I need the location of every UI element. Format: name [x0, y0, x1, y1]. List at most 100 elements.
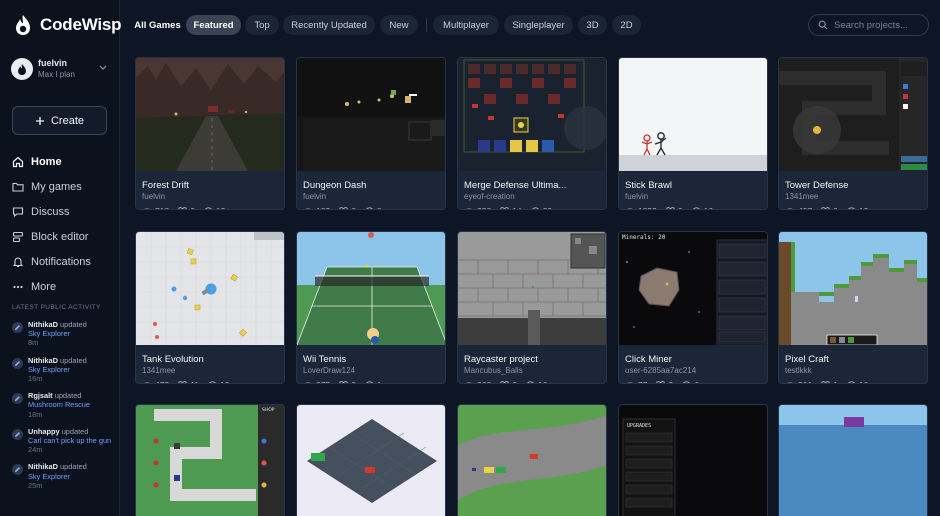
card-author[interactable]: user-6285aa7ac214	[625, 366, 696, 375]
activity-project-link[interactable]: Sky Explorer	[28, 329, 87, 338]
card-title[interactable]: Merge Defense Ultima...	[464, 180, 566, 191]
filter-2d[interactable]: 2D	[612, 15, 641, 35]
game-card-dungeon-dash[interactable]: Dungeon Dash fuelvin 183 8 8	[296, 57, 446, 210]
game-thumbnail[interactable]	[458, 232, 606, 345]
likes-stat[interactable]: 8	[339, 206, 356, 209]
comments-stat[interactable]: 16	[692, 206, 713, 209]
game-card-merge-defense[interactable]: Merge Defense Ultima... eyeof-creation 2…	[457, 57, 607, 210]
card-title[interactable]: Pixel Craft	[785, 354, 829, 365]
comments-stat[interactable]: 6	[682, 380, 699, 383]
comments-stat[interactable]: 10	[847, 380, 868, 383]
likes-stat[interactable]: 9	[821, 206, 838, 209]
nav-item-block-editor[interactable]: Block editor	[12, 224, 112, 249]
filter-new[interactable]: New	[380, 15, 418, 35]
filter-all-games[interactable]: All Games	[130, 15, 185, 35]
likes-stat[interactable]: 2	[339, 380, 356, 383]
card-title[interactable]: Raycaster project	[464, 354, 538, 365]
activity-project-link[interactable]: Mushroom Rescue	[28, 400, 90, 409]
filter-multiplayer[interactable]: Multiplayer	[433, 15, 499, 35]
game-card-click-miner[interactable]: Minerals: 20 Click Miner user-6285aa7ac2…	[618, 231, 768, 384]
likes-stat[interactable]: 14	[500, 206, 522, 209]
comments-stat[interactable]: 13	[208, 380, 229, 383]
card-author[interactable]: fuelvin	[625, 192, 648, 201]
filter-top[interactable]: Top	[245, 15, 279, 35]
game-thumbnail[interactable]	[779, 58, 927, 171]
user-menu[interactable]: fuelvin Max I plan	[11, 58, 109, 80]
card-author[interactable]: testlkkk	[785, 366, 812, 375]
game-card-row3-2[interactable]	[296, 404, 446, 516]
comments-stat[interactable]: 16	[526, 380, 547, 383]
comments-stat[interactable]: 12	[204, 206, 225, 209]
activity-user[interactable]: Unhappy	[28, 427, 60, 436]
card-title[interactable]: Click Miner	[625, 354, 672, 365]
card-author[interactable]: 1341mee	[785, 192, 818, 201]
activity-user[interactable]: NithikaD	[28, 320, 58, 329]
game-card-wii-tennis[interactable]: Wii Tennis LoverDraw124 275 2 1	[296, 231, 446, 384]
create-button[interactable]: Create	[12, 106, 107, 135]
game-thumbnail[interactable]	[779, 405, 927, 516]
card-author[interactable]: eyeof-creation	[464, 192, 515, 201]
search-box[interactable]	[808, 14, 929, 36]
game-thumbnail[interactable]	[297, 405, 445, 516]
activity-item[interactable]: NithikaD updated Sky Explorer 8m	[12, 320, 116, 348]
game-thumbnail[interactable]: SHOP	[136, 405, 284, 516]
nav-item-notifications[interactable]: Notifications	[12, 249, 112, 274]
activity-project-link[interactable]: Sky Explorer	[28, 365, 87, 374]
likes-stat[interactable]: 9	[178, 206, 195, 209]
card-title[interactable]: Tower Defense	[785, 180, 848, 191]
game-thumbnail[interactable]	[779, 232, 927, 345]
game-card-pixel-craft[interactable]: Pixel Craft testlkkk 301 1 10	[778, 231, 928, 384]
search-input[interactable]	[834, 19, 924, 31]
game-card-tank-evolution[interactable]: Tank Evolution 1341mee 473 11 13	[135, 231, 285, 384]
card-author[interactable]: Mancubus_Balls	[464, 366, 523, 375]
card-author[interactable]: fuelvin	[142, 192, 165, 201]
activity-project-link[interactable]: Sky Explorer	[28, 472, 87, 481]
activity-item[interactable]: Unhappy updated Carl can't pick up the gu…	[12, 427, 116, 455]
nav-item-discuss[interactable]: Discuss	[12, 199, 112, 224]
nav-item-more[interactable]: More	[12, 274, 112, 299]
brand[interactable]: CodeWisp	[14, 14, 122, 36]
game-card-row3-3[interactable]	[457, 404, 607, 516]
activity-item[interactable]: NithikaD updated Sky Explorer 16m	[12, 356, 116, 384]
activity-item[interactable]: Rgjsalt updated Mushroom Rescue 18m	[12, 391, 116, 419]
activity-project-link[interactable]: Carl can't pick up the gun	[28, 436, 111, 445]
game-thumbnail[interactable]	[297, 232, 445, 345]
game-thumbnail[interactable]	[458, 58, 606, 171]
filter-singleplayer[interactable]: Singleplayer	[504, 15, 573, 35]
comments-stat[interactable]: 8	[365, 206, 382, 209]
activity-user[interactable]: NithikaD	[28, 462, 58, 471]
card-title[interactable]: Dungeon Dash	[303, 180, 366, 191]
card-author[interactable]: 1341mee	[142, 366, 175, 375]
game-card-tower-defense[interactable]: Tower Defense 1341mee 497 9 13	[778, 57, 928, 210]
game-thumbnail[interactable]	[136, 58, 284, 171]
game-card-row3-4[interactable]: UPGRADES	[618, 404, 768, 516]
game-card-row3-1[interactable]: SHOP	[135, 404, 285, 516]
activity-user[interactable]: NithikaD	[28, 356, 58, 365]
likes-stat[interactable]: 3	[656, 380, 673, 383]
activity-item[interactable]: NithikaD updated Sky Explorer 25m	[12, 462, 116, 490]
filter-recently-updated[interactable]: Recently Updated	[283, 15, 375, 35]
game-thumbnail[interactable]	[136, 232, 284, 345]
card-title[interactable]: Stick Brawl	[625, 180, 672, 191]
activity-user[interactable]: Rgjsalt	[28, 391, 53, 400]
nav-item-my-games[interactable]: My games	[12, 174, 112, 199]
likes-stat[interactable]: 9	[666, 206, 683, 209]
game-card-stick-brawl[interactable]: Stick Brawl fuelvin 1352 9 16	[618, 57, 768, 210]
chevron-down-icon[interactable]	[99, 65, 107, 71]
likes-stat[interactable]: 1	[821, 380, 838, 383]
nav-item-home[interactable]: Home	[12, 149, 112, 174]
filter-3d[interactable]: 3D	[578, 15, 607, 35]
card-author[interactable]: LoverDraw124	[303, 366, 355, 375]
game-thumbnail[interactable]	[619, 58, 767, 171]
filter-featured[interactable]: Featured	[186, 15, 241, 35]
game-card-row3-5[interactable]	[778, 404, 928, 516]
game-card-raycaster-project[interactable]: Raycaster project Mancubus_Balls 368 2 1…	[457, 231, 607, 384]
game-thumbnail[interactable]	[458, 405, 606, 516]
likes-stat[interactable]: 2	[500, 380, 517, 383]
comments-stat[interactable]: 1	[365, 380, 382, 383]
game-thumbnail[interactable]: Minerals: 20	[619, 232, 767, 345]
likes-stat[interactable]: 11	[178, 380, 199, 383]
comments-stat[interactable]: 29	[531, 206, 552, 209]
game-card-forest-drift[interactable]: Forest Drift fuelvin 718 9 12	[135, 57, 285, 210]
game-thumbnail[interactable]: UPGRADES	[619, 405, 767, 516]
